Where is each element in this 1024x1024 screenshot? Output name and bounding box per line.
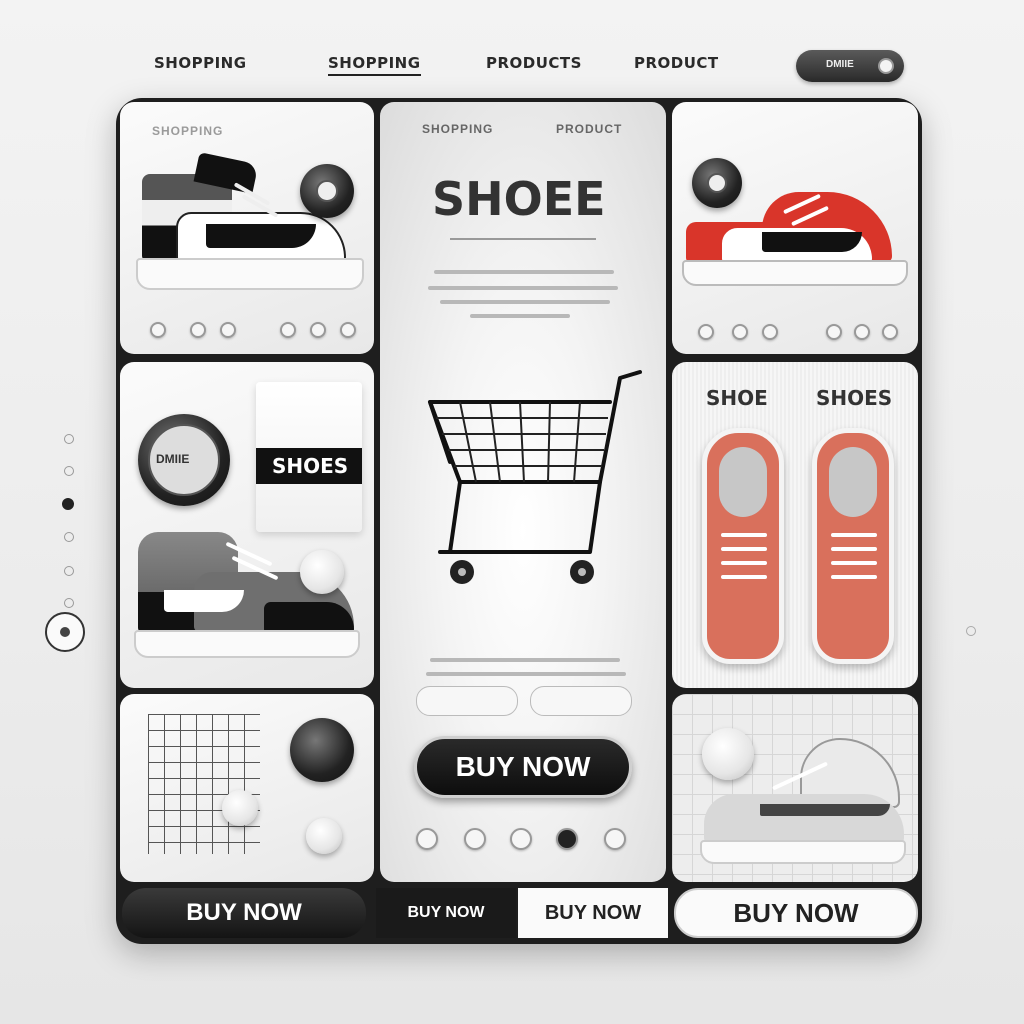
buy-now-button[interactable]: BUY NOW [414,736,632,798]
sneaker-icon [702,428,784,664]
sneaker-icon [682,182,912,302]
box-label: SHOES [272,454,349,478]
panel-bottom-right [672,694,918,882]
label-shoe: SHOE [706,386,768,410]
nav-link-shopping[interactable]: SHOPPING [154,54,247,72]
panel-bottom-left [120,694,374,882]
option-dot-icon[interactable] [762,324,778,340]
shop-frame: SHOPPING SHOPPING PRODUCT SHOEE BUY NOW … [116,98,922,944]
option-knob[interactable] [300,550,344,594]
badge-label: DMIIE [156,452,190,466]
right-indicator-dot-icon [966,626,976,636]
dial-knob-icon[interactable] [300,164,354,218]
option-dot-icon[interactable] [150,322,166,338]
option-knob[interactable] [222,790,258,826]
indicator-dot-icon[interactable] [64,532,74,542]
title-divider [450,238,596,240]
panel-mid-left: DMIIE SHOES [120,362,374,688]
toggle-label: DMIIE [826,59,854,70]
option-dot-icon[interactable] [732,324,748,340]
radio-button-icon[interactable] [416,828,438,850]
radio-button-icon[interactable] [464,828,486,850]
nav-link-products[interactable]: PRODUCTS [486,54,582,72]
option-dot-icon[interactable] [310,322,326,338]
radio-button-icon[interactable] [604,828,626,850]
buy-now-button[interactable]: BUY NOW [674,888,918,938]
option-dot-icon[interactable] [826,324,842,340]
radio-button-icon[interactable] [510,828,532,850]
option-dot-icon[interactable] [340,322,356,338]
option-dot-icon[interactable] [698,324,714,340]
indicator-dot-icon[interactable] [64,466,74,476]
option-dot-icon[interactable] [220,322,236,338]
nav-link-product[interactable]: PRODUCT [634,54,719,72]
option-dot-icon[interactable] [280,322,296,338]
shopping-cart-icon [420,362,650,592]
radio-button-selected-icon[interactable] [556,828,578,850]
option-pill[interactable] [530,686,632,716]
toggle-knob-icon [878,58,894,74]
product-box: SHOES [256,382,362,532]
radio-button-icon[interactable] [45,612,85,652]
sneaker-icon [700,734,912,874]
indicator-dot-icon[interactable] [64,598,74,608]
sphere-icon [290,718,354,782]
panel-top-left: SHOPPING [120,102,374,354]
buy-now-button[interactable]: BUY NOW [376,888,516,938]
sneaker-icon [812,428,894,664]
center-header-right[interactable]: PRODUCT [556,122,622,136]
buy-now-button[interactable]: BUY NOW [122,888,366,938]
buy-now-button[interactable]: BUY NOW [518,888,668,938]
option-dot-icon[interactable] [854,324,870,340]
center-title: SHOEE [432,172,606,226]
option-knob[interactable] [306,818,342,854]
option-pill[interactable] [416,686,518,716]
nav-link-shopping-active[interactable]: SHOPPING [328,54,421,76]
panel-mid-right: SHOE SHOES [672,362,918,688]
panel-top-right [672,102,918,354]
label-shoes: SHOES [816,386,893,410]
indicator-dot-icon[interactable] [64,566,74,576]
top-toggle-switch[interactable]: DMIIE [796,50,904,82]
option-dot-icon[interactable] [190,322,206,338]
panel-caption: SHOPPING [152,124,224,138]
grid-icon [148,714,260,854]
center-header-left[interactable]: SHOPPING [422,122,493,136]
indicator-dot-active-icon[interactable] [62,498,74,510]
indicator-dot-icon[interactable] [64,434,74,444]
option-dot-icon[interactable] [882,324,898,340]
panel-center: SHOPPING PRODUCT SHOEE BUY NOW [380,102,666,882]
brand-badge[interactable]: DMIIE [138,414,230,506]
